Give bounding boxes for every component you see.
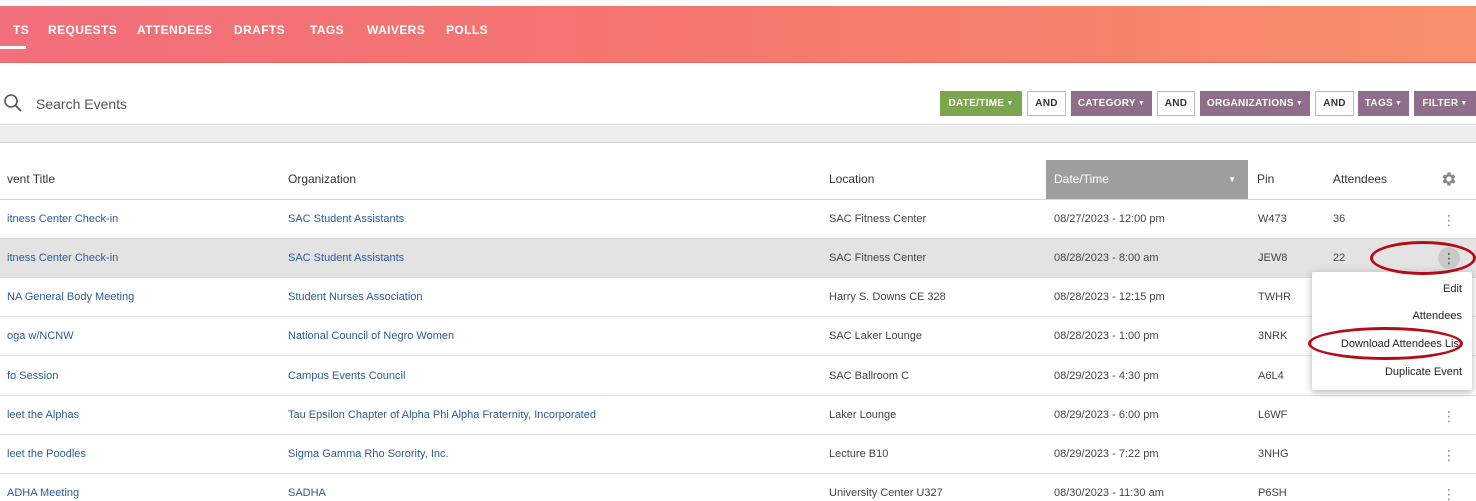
and-toggle-3[interactable]: AND xyxy=(1315,91,1354,116)
event-title-link[interactable]: NA General Body Meeting xyxy=(7,278,134,317)
top-nav-bar: TS REQUESTS ATTENDEES DRAFTS TAGS WAIVER… xyxy=(0,6,1476,63)
organization-link[interactable]: SADHA xyxy=(288,474,326,501)
column-header-datetime-label: Date/Time xyxy=(1054,172,1109,186)
search-input[interactable] xyxy=(36,93,636,115)
menu-item-attendees[interactable]: Attendees xyxy=(1412,310,1462,322)
pin-cell: L6WF xyxy=(1258,409,1288,421)
event-title-link[interactable]: itness Center Check-in xyxy=(7,200,118,239)
table-row[interactable]: itness Center Check-in SAC Student Assis… xyxy=(0,239,1476,278)
event-title-link[interactable]: ADHA Meeting xyxy=(7,474,79,501)
pin-cell: TWHR xyxy=(1258,291,1291,303)
pin-cell: 3NHG xyxy=(1258,448,1289,460)
more-vert-icon[interactable]: ⋮ xyxy=(1441,447,1457,463)
attendees-cell: 36 xyxy=(1333,213,1346,225)
tab-waivers[interactable]: WAIVERS xyxy=(367,23,425,37)
pin-cell: A6L4 xyxy=(1258,370,1284,382)
pin-cell: P6SH xyxy=(1258,487,1287,499)
datetime-cell: 08/29/2023 - 4:30 pm xyxy=(1054,370,1159,382)
location-cell: Lecture B10 xyxy=(829,448,889,460)
column-header-pin[interactable]: Pin xyxy=(1257,160,1274,199)
tab-drafts[interactable]: DRAFTS xyxy=(234,23,285,37)
datetime-cell: 08/28/2023 - 12:15 pm xyxy=(1054,291,1165,303)
row-actions-menu: Edit Attendees Download Attendees List D… xyxy=(1312,272,1472,390)
more-vert-icon[interactable]: ⋮ xyxy=(1441,408,1457,424)
pin-cell: JEW8 xyxy=(1258,252,1288,264)
tab-requests[interactable]: REQUESTS xyxy=(48,23,117,37)
location-cell: SAC Laker Lounge xyxy=(829,330,922,342)
divider-strip xyxy=(0,126,1476,143)
tab-polls[interactable]: POLLS xyxy=(446,23,488,37)
organization-link[interactable]: SAC Student Assistants xyxy=(288,239,404,278)
location-cell: Laker Lounge xyxy=(829,409,897,421)
organization-link[interactable]: Sigma Gamma Rho Sorority, Inc. xyxy=(288,435,449,474)
table-row[interactable]: oga w/NCNW National Council of Negro Wom… xyxy=(0,317,1476,356)
sort-down-icon: ▼ xyxy=(1228,175,1236,184)
event-title-link[interactable]: itness Center Check-in xyxy=(7,239,118,278)
organization-link[interactable]: Tau Epsilon Chapter of Alpha Phi Alpha F… xyxy=(288,396,596,435)
column-header-title[interactable]: vent Title xyxy=(7,160,55,199)
more-vert-icon[interactable]: ⋮ xyxy=(1441,486,1457,501)
organizations-filter-button[interactable]: ORGANIZATIONS ▼ xyxy=(1200,91,1310,116)
datetime-cell: 08/27/2023 - 12:00 pm xyxy=(1054,213,1165,225)
tags-filter-button[interactable]: TAGS ▼ xyxy=(1358,91,1409,116)
pin-cell: W473 xyxy=(1258,213,1287,225)
datetime-cell: 08/29/2023 - 6:00 pm xyxy=(1054,409,1159,421)
tab-tags[interactable]: TAGS xyxy=(310,23,344,37)
column-header-attendees[interactable]: Attendees xyxy=(1333,160,1387,199)
column-header-organization[interactable]: Organization xyxy=(288,160,356,199)
location-cell: Harry S. Downs CE 328 xyxy=(829,291,946,303)
and-toggle-2[interactable]: AND xyxy=(1157,91,1195,116)
location-cell: SAC Fitness Center xyxy=(829,213,927,225)
search-icon xyxy=(4,94,22,112)
event-title-link[interactable]: fo Session xyxy=(7,357,58,396)
datetime-cell: 08/28/2023 - 8:00 am xyxy=(1054,252,1159,264)
column-header-datetime[interactable]: Date/Time ▼ xyxy=(1046,160,1248,199)
datetime-cell: 08/29/2023 - 7:22 pm xyxy=(1054,448,1159,460)
organization-link[interactable]: National Council of Negro Women xyxy=(288,317,454,356)
column-header-location[interactable]: Location xyxy=(829,160,874,199)
table-row[interactable]: itness Center Check-in SAC Student Assis… xyxy=(0,200,1476,239)
location-cell: SAC Ballroom C xyxy=(829,370,910,382)
tab-events[interactable]: TS xyxy=(13,23,29,37)
more-vert-icon[interactable]: ⋮ xyxy=(1438,247,1460,269)
table-row[interactable]: NA General Body Meeting Student Nurses A… xyxy=(0,278,1476,317)
table-row[interactable]: ADHA Meeting SADHA University Center U32… xyxy=(0,474,1476,501)
location-cell: SAC Fitness Center xyxy=(829,252,927,264)
menu-item-duplicate-event[interactable]: Duplicate Event xyxy=(1385,366,1462,378)
table-row[interactable]: fo Session Campus Events Council SAC Bal… xyxy=(0,357,1476,396)
organization-link[interactable]: SAC Student Assistants xyxy=(288,200,404,239)
datetime-cell: 08/30/2023 - 11:30 am xyxy=(1054,487,1164,499)
table-row[interactable]: leet the Poodles Sigma Gamma Rho Sororit… xyxy=(0,435,1476,474)
pin-cell: 3NRK xyxy=(1258,330,1288,342)
event-title-link[interactable]: oga w/NCNW xyxy=(7,317,74,356)
location-cell: University Center U327 xyxy=(829,487,943,499)
table-row[interactable]: leet the Alphas Tau Epsilon Chapter of A… xyxy=(0,396,1476,435)
datetime-filter-button[interactable]: DATE/TIME ▼ xyxy=(940,91,1022,116)
organization-link[interactable]: Student Nurses Association xyxy=(288,278,423,317)
menu-item-edit[interactable]: Edit xyxy=(1443,283,1462,295)
event-title-link[interactable]: leet the Alphas xyxy=(7,396,79,435)
tab-attendees[interactable]: ATTENDEES xyxy=(137,23,212,37)
menu-item-download-attendees-list[interactable]: Download Attendees List xyxy=(1341,338,1462,350)
organization-link[interactable]: Campus Events Council xyxy=(288,357,405,396)
gear-icon[interactable] xyxy=(1440,170,1458,188)
category-filter-button[interactable]: CATEGORY ▼ xyxy=(1071,91,1152,116)
and-toggle-1[interactable]: AND xyxy=(1027,91,1066,116)
datetime-cell: 08/28/2023 - 1:00 pm xyxy=(1054,330,1159,342)
event-title-link[interactable]: leet the Poodles xyxy=(7,435,86,474)
active-tab-indicator xyxy=(0,46,26,49)
more-vert-icon[interactable]: ⋮ xyxy=(1441,212,1457,228)
filter-button[interactable]: FILTER ▼ xyxy=(1414,91,1476,116)
